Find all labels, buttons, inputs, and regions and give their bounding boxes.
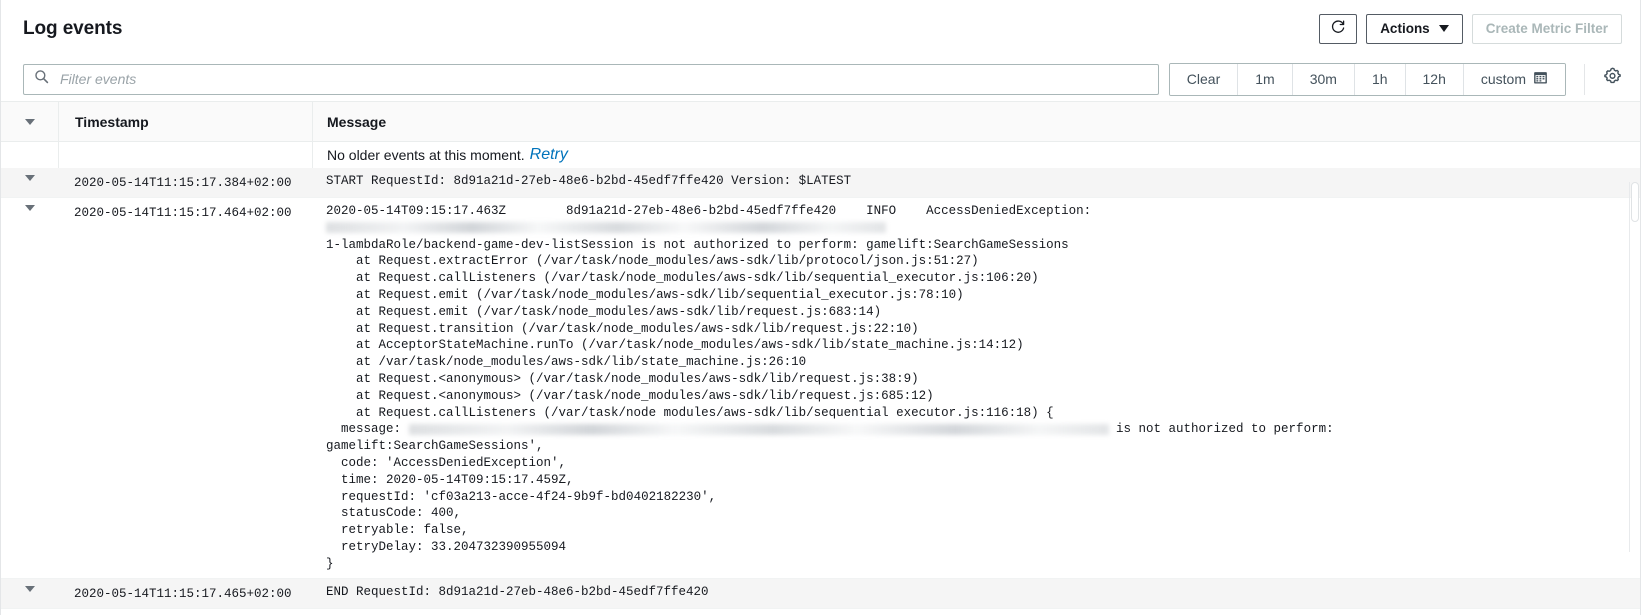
row-message-cell: START RequestId: 8d91a21d-27eb-48e6-b2bd… — [312, 168, 1640, 197]
time-range-group: Clear 1m 30m 1h 12h custom — [1168, 62, 1566, 96]
older-events-notice-row: No older events at this moment. Retry — [1, 142, 1640, 168]
expand-all-toggle[interactable] — [1, 118, 58, 125]
range-12h-button[interactable]: 12h — [1405, 63, 1464, 95]
range-1h-button[interactable]: 1h — [1354, 63, 1406, 95]
search-input[interactable] — [58, 70, 1148, 88]
actions-dropdown-button[interactable]: Actions — [1366, 13, 1463, 44]
row-expand-toggle[interactable] — [1, 168, 58, 181]
message-tail: is not authorized to perform: — [1108, 422, 1334, 437]
row-message-cell: END RequestId: 8d91a21d-27eb-48e6-b2bd-4… — [312, 579, 1640, 608]
create-metric-filter-label: Create Metric Filter — [1485, 21, 1608, 36]
refresh-icon — [1330, 19, 1346, 38]
timestamp-header-label: Timestamp — [75, 113, 149, 130]
row-expand-toggle[interactable] — [1, 609, 58, 615]
notice-ts-spacer — [58, 142, 312, 168]
table-row: 2020-05-14T11:15:17.465+02:00 REPORT Req… — [1, 608, 1640, 615]
table-row: 2020-05-14T11:15:17.464+02:00 2020-05-14… — [1, 198, 1640, 579]
range-custom-button[interactable]: custom — [1463, 63, 1565, 95]
row-message-cell: 2020-05-14T09:15:17.463Z 8d91a21d-27eb-4… — [312, 198, 1640, 578]
timestamp-value: 2020-05-14T11:15:17.465+02:00 — [74, 586, 292, 601]
chevron-down-icon — [24, 205, 35, 211]
message-value: END RequestId: 8d91a21d-27eb-48e6-b2bd-4… — [326, 584, 709, 599]
redacted-arn-2 — [408, 423, 1109, 435]
table-row: 2020-05-14T11:15:17.384+02:00 START Requ… — [1, 168, 1640, 198]
search-icon — [34, 69, 49, 89]
timestamp-value: 2020-05-14T11:15:17.384+02:00 — [74, 176, 292, 190]
column-header-timestamp[interactable]: Timestamp — [58, 102, 312, 141]
retry-link[interactable]: Retry — [530, 146, 568, 164]
calendar-icon — [1533, 70, 1548, 88]
panel-header: Log events Actions Create Metric Filter — [1, 0, 1640, 57]
row-timestamp-cell: 2020-05-14T11:15:17.465+02:00 — [58, 609, 312, 615]
chevron-down-icon — [24, 585, 35, 592]
range-clear-label: Clear — [1186, 71, 1221, 87]
range-12h-label: 12h — [1422, 71, 1446, 87]
vertical-scrollbar[interactable] — [1629, 182, 1639, 552]
table-header-row: Timestamp Message — [1, 101, 1640, 142]
actions-label: Actions — [1380, 21, 1430, 36]
message-prefix: 2020-05-14T09:15:17.463Z 8d91a21d-27eb-4… — [326, 204, 1099, 218]
log-events-panel: Log events Actions Create Metric Filter — [0, 0, 1641, 615]
refresh-button[interactable] — [1319, 13, 1358, 44]
message-label: message: — [326, 422, 409, 437]
message-value-line1: 2020-05-14T09:15:17.463Z 8d91a21d-27eb-4… — [326, 203, 1640, 237]
gear-icon — [1603, 67, 1622, 91]
message-value: START RequestId: 8d91a21d-27eb-48e6-b2bd… — [326, 174, 852, 188]
range-1m-button[interactable]: 1m — [1238, 63, 1293, 95]
chevron-down-icon — [1438, 25, 1449, 32]
older-events-notice: No older events at this moment. Retry — [312, 142, 1640, 168]
chevron-down-icon — [24, 175, 35, 181]
chevron-down-icon — [24, 118, 35, 125]
settings-button[interactable] — [1584, 63, 1622, 95]
row-timestamp-cell: 2020-05-14T11:15:17.465+02:00 — [58, 579, 312, 608]
column-header-message[interactable]: Message — [312, 102, 1640, 141]
older-events-notice-text: No older events at this moment. — [327, 147, 525, 163]
page-title: Log events — [23, 18, 123, 39]
range-1m-label: 1m — [1255, 71, 1275, 87]
create-metric-filter-button[interactable]: Create Metric Filter — [1471, 13, 1622, 44]
range-1h-label: 1h — [1371, 71, 1388, 87]
message-value-line-message: message: is not authorized to perform: — [326, 421, 1640, 438]
message-value-body: 1-lambdaRole/backend-game-dev-listSessio… — [326, 237, 1069, 420]
table-row: 2020-05-14T11:15:17.465+02:00 END Reques… — [1, 578, 1640, 609]
row-timestamp-cell: 2020-05-14T11:15:17.384+02:00 — [58, 168, 312, 197]
log-events-table: Timestamp Message No older events at thi… — [1, 101, 1640, 615]
scrollbar-thumb[interactable] — [1631, 182, 1639, 222]
row-expand-toggle[interactable] — [1, 198, 58, 211]
range-clear-button[interactable]: Clear — [1169, 63, 1239, 95]
header-actions: Actions Create Metric Filter — [1319, 13, 1622, 44]
row-timestamp-cell: 2020-05-14T11:15:17.464+02:00 — [58, 198, 312, 578]
timestamp-value: 2020-05-14T11:15:17.464+02:00 — [74, 206, 292, 220]
message-value-rest: gamelift:SearchGameSessions', code: 'Acc… — [326, 439, 717, 571]
range-custom-label: custom — [1480, 71, 1526, 87]
search-box[interactable] — [23, 63, 1159, 95]
row-expand-toggle[interactable] — [1, 579, 58, 592]
range-30m-button[interactable]: 30m — [1292, 63, 1355, 95]
message-header-label: Message — [327, 113, 387, 130]
row-message-cell: REPORT RequestId: 8d91a21d-27eb-48e6-b2b… — [312, 609, 1640, 615]
redacted-arn-1 — [326, 222, 886, 233]
filter-bar: Clear 1m 30m 1h 12h custom — [1, 57, 1640, 101]
range-30m-label: 30m — [1309, 71, 1337, 87]
